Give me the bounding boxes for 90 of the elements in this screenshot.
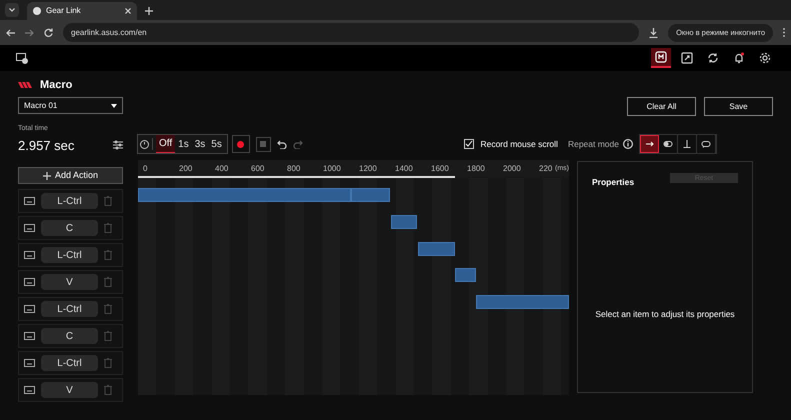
plus-icon (42, 172, 51, 180)
key-label: L-Ctrl (41, 355, 98, 371)
time-tick: 1000 (323, 163, 341, 175)
time-tick: 800 (287, 163, 300, 175)
site-icon (33, 7, 41, 15)
time-tick: 1400 (395, 163, 413, 175)
chevron-down-icon (9, 8, 15, 12)
keyboard-icon (24, 278, 35, 286)
time-tick: 0 (143, 163, 148, 175)
action-row[interactable]: V (18, 270, 123, 294)
delay-option[interactable]: 5s (208, 135, 225, 153)
action-row[interactable]: L-Ctrl (18, 243, 123, 267)
undo-icon[interactable] (276, 140, 287, 148)
info-icon[interactable] (623, 139, 633, 149)
macro-dropdown[interactable]: Macro 01 (18, 97, 123, 114)
delay-option[interactable]: 1s (175, 135, 192, 153)
close-icon[interactable] (125, 8, 131, 14)
add-action-button[interactable]: Add Action (18, 167, 123, 184)
bell-icon (733, 52, 745, 64)
caret-icon (111, 104, 117, 108)
action-row[interactable]: C (18, 216, 123, 240)
edit-icon (681, 52, 693, 64)
toggle-mode-icon (662, 138, 674, 150)
properties-title: Properties (592, 176, 634, 189)
checkbox[interactable] (464, 139, 474, 149)
gear-icon (759, 52, 771, 64)
repeat-mode-label: Repeat mode (568, 138, 619, 150)
record-scroll-label: Record mouse scroll (480, 138, 558, 150)
keyboard-icon (24, 332, 35, 340)
reload-icon[interactable] (44, 28, 53, 37)
stop-button[interactable] (256, 136, 271, 152)
key-label: C (41, 328, 98, 344)
keyboard-icon (24, 197, 35, 205)
time-tick: 2000 (503, 163, 521, 175)
action-bar[interactable] (476, 295, 569, 310)
action-row[interactable]: L-Ctrl (18, 351, 123, 375)
download-icon[interactable] (649, 28, 658, 38)
action-row[interactable]: L-Ctrl (18, 189, 123, 213)
hold-mode-icon (681, 138, 693, 150)
time-tick: 220 (539, 163, 552, 175)
key-label: L-Ctrl (41, 247, 98, 263)
page-title: Macro (40, 78, 72, 93)
tab-title: Gear Link (46, 5, 82, 17)
tab-list-button[interactable] (5, 3, 19, 17)
time-tick: 1800 (467, 163, 485, 175)
browser-tab[interactable]: Gear Link (27, 2, 137, 20)
device-icon[interactable] (16, 52, 28, 64)
action-bar[interactable] (418, 242, 455, 256)
action-row[interactable]: V (18, 378, 123, 402)
keyboard-icon (24, 305, 35, 313)
action-row[interactable]: C (18, 324, 123, 348)
stop-icon (260, 141, 266, 147)
key-label: V (41, 382, 98, 398)
total-time-value: 2.957 sec (18, 136, 74, 154)
key-label: L-Ctrl (41, 193, 98, 209)
action-row[interactable]: L-Ctrl (18, 297, 123, 321)
back-arrow-icon[interactable] (6, 28, 15, 36)
macro-icon (655, 51, 667, 63)
action-bar[interactable] (455, 268, 476, 282)
clear-all-button[interactable]: Clear All (627, 97, 696, 116)
check-icon (465, 140, 474, 148)
time-tick: 1200 (359, 163, 377, 175)
repeat-mode-option[interactable] (640, 135, 659, 153)
stripes-logo-icon (18, 82, 34, 88)
sync-icon (707, 52, 719, 64)
delay-option[interactable]: Off (156, 135, 176, 153)
properties-hint: Select an item to adjust its properties (594, 308, 736, 321)
new-tab-icon[interactable] (145, 7, 153, 15)
action-bar[interactable] (391, 214, 417, 229)
redo-icon[interactable] (292, 140, 303, 148)
save-button[interactable]: Save (704, 97, 773, 116)
record-button[interactable] (232, 135, 250, 153)
time-tick: 1600 (431, 163, 449, 175)
delay-option[interactable]: 3s (192, 135, 208, 153)
key-label: V (41, 274, 98, 290)
address-bar[interactable]: gearlink.asus.com/en (63, 23, 640, 42)
keyboard-icon (24, 386, 35, 394)
time-tick: 200 (179, 163, 192, 175)
macro-tab[interactable] (651, 48, 671, 68)
sliders-icon[interactable] (113, 140, 123, 150)
key-label: L-Ctrl (41, 301, 98, 317)
key-label: C (41, 220, 98, 236)
time-tick: 400 (215, 163, 228, 175)
loop-mode-icon (700, 138, 712, 150)
time-tick: 600 (251, 163, 264, 175)
clock-icon (140, 140, 149, 148)
forward-arrow-icon[interactable] (25, 28, 34, 36)
keyboard-icon (24, 224, 35, 232)
keyboard-icon (24, 251, 35, 259)
keyboard-icon (24, 359, 35, 367)
